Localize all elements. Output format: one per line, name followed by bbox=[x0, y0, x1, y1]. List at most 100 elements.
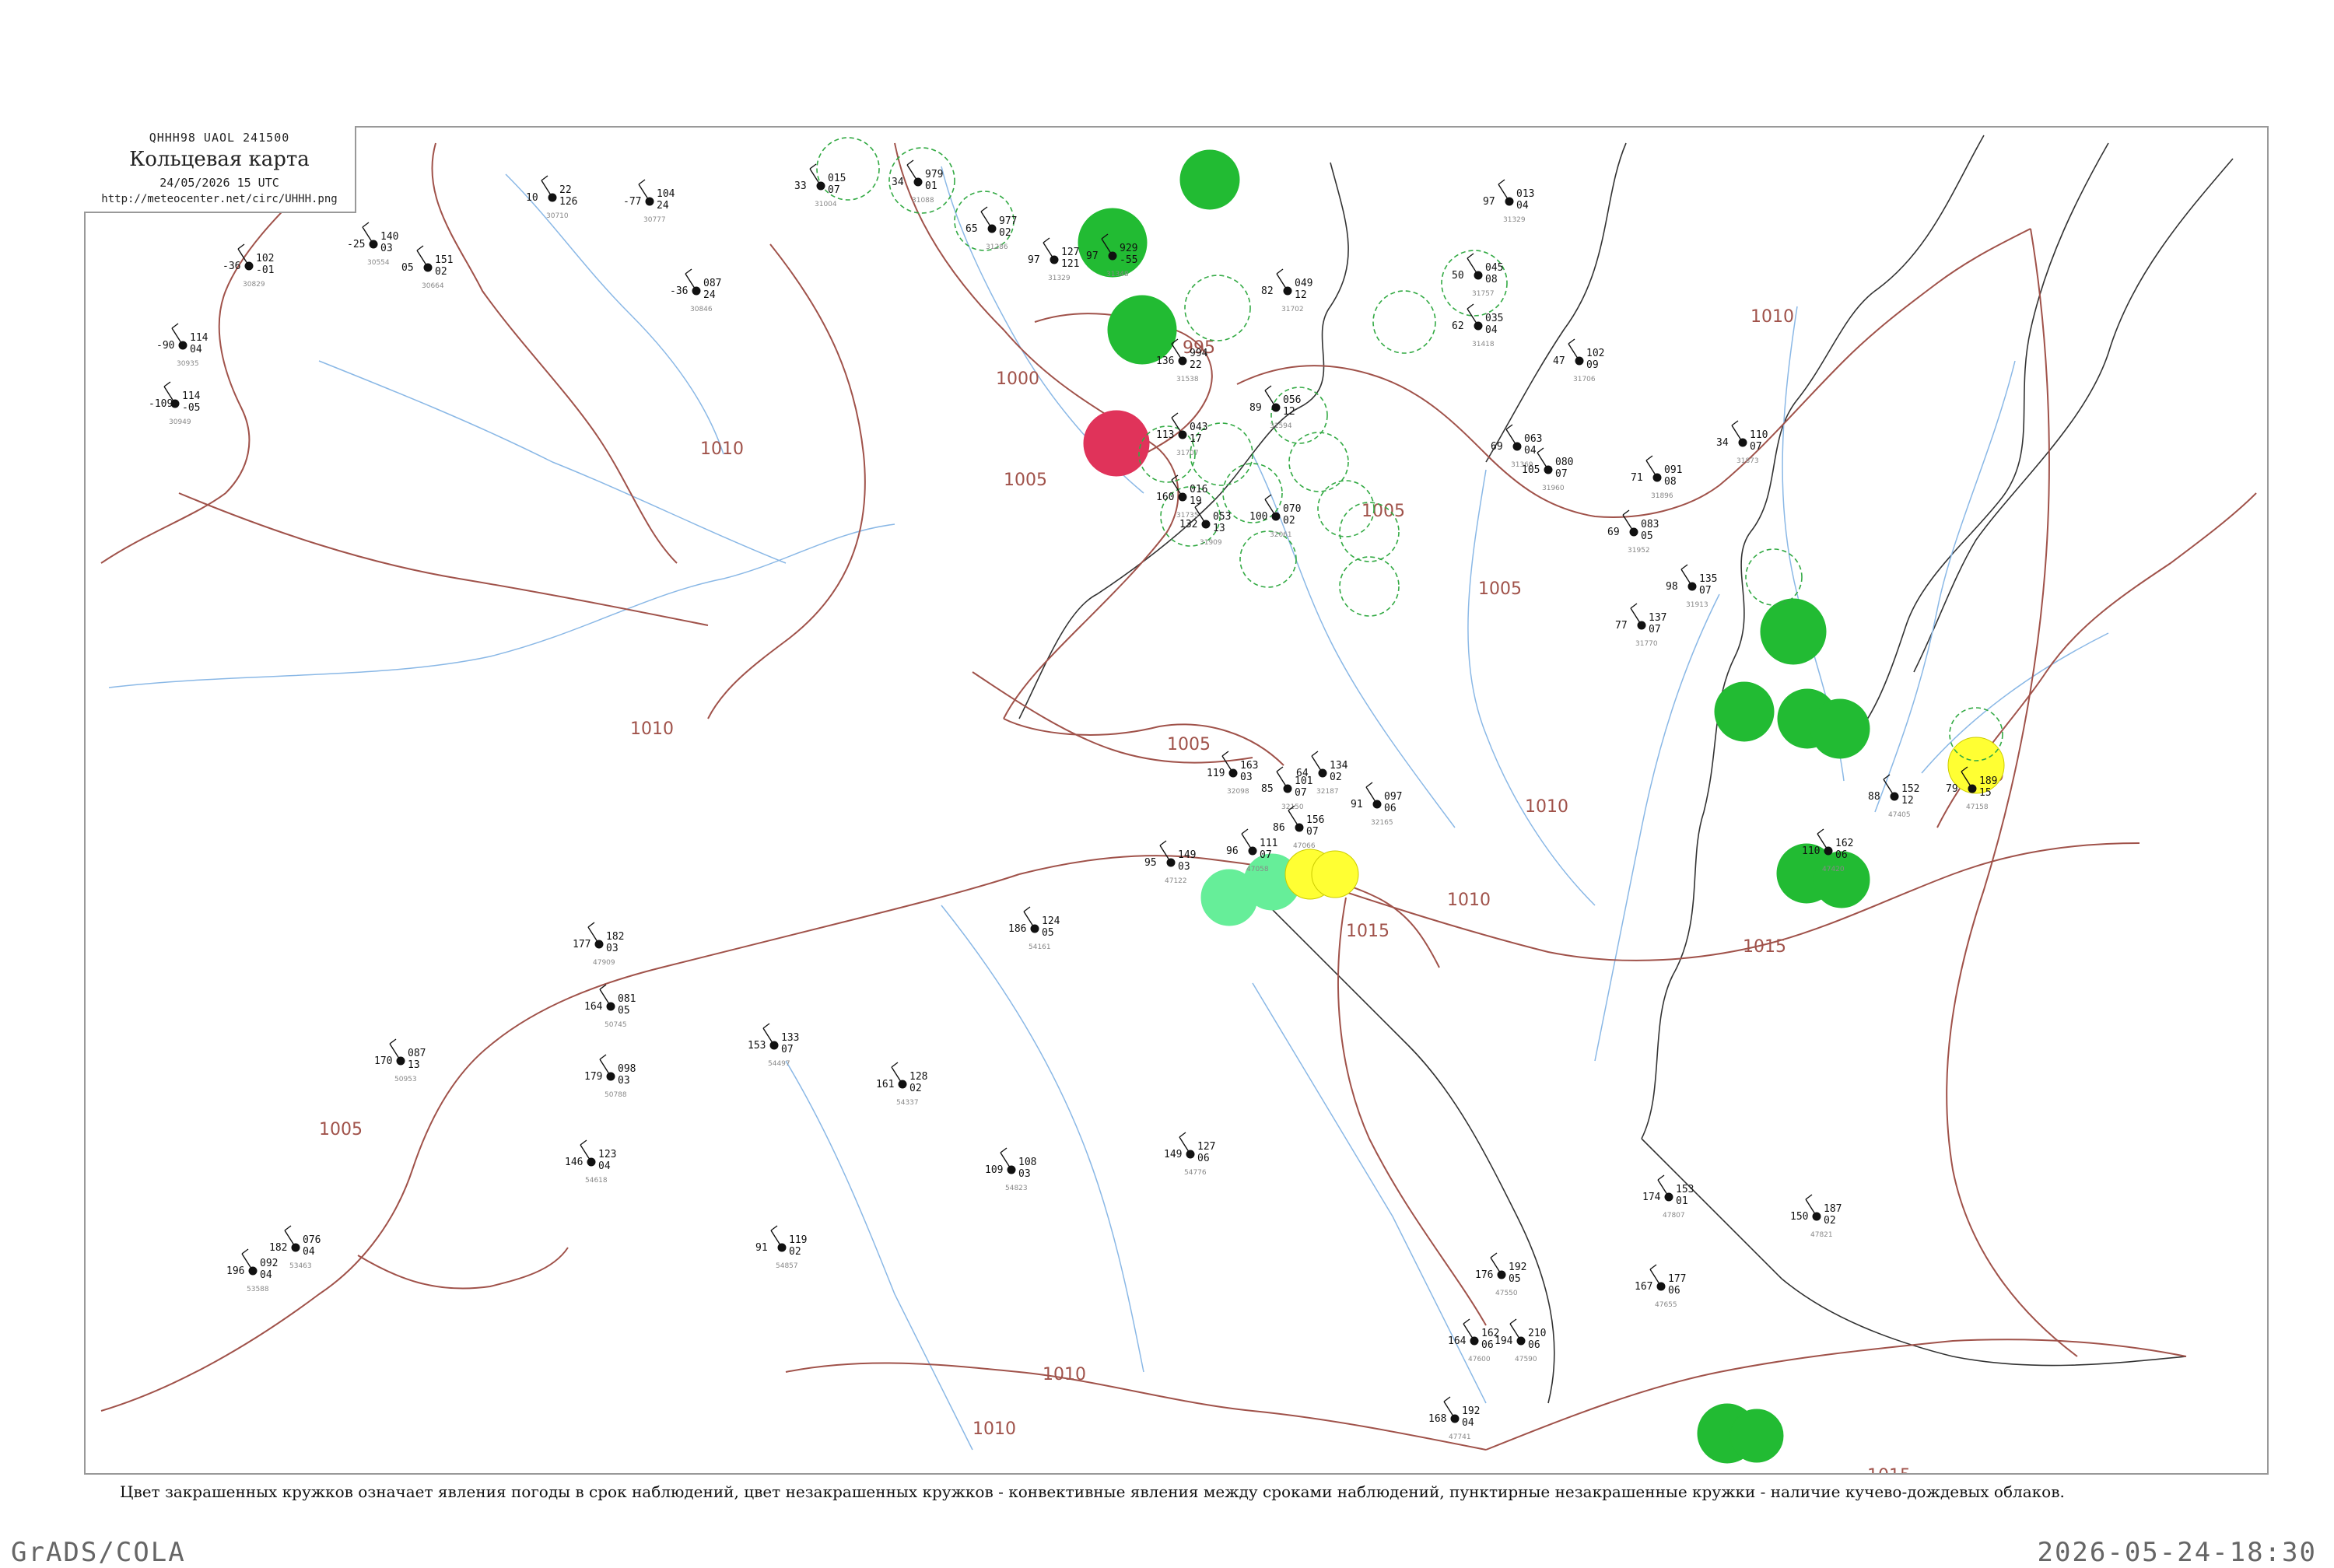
station-plot[interactable]: 12405 18654161 bbox=[1008, 906, 1060, 951]
map-datetime: 24/05/2026 15 UTC bbox=[159, 176, 279, 190]
wind-barb-icon bbox=[1622, 509, 1630, 516]
wind-barb-icon bbox=[1276, 766, 1284, 772]
station-id: 31770 bbox=[1635, 640, 1658, 648]
station-plot[interactable]: 12304 146 54618 bbox=[565, 1139, 616, 1185]
station-pressure: 091 bbox=[1664, 464, 1682, 476]
station-id: 32098 bbox=[1227, 788, 1249, 796]
station-plot[interactable]: 14003 -25 30554 bbox=[347, 222, 398, 267]
station-pressure: 929 bbox=[1120, 243, 1137, 254]
station-plot[interactable]: 127121 97 31329 bbox=[1028, 237, 1079, 282]
station-tendency: 03 bbox=[1240, 772, 1253, 783]
station-plot[interactable]: 04317 113 31707 bbox=[1156, 412, 1207, 457]
weather-circle bbox=[1184, 275, 1251, 341]
station-plot[interactable]: 19205 176 47550 bbox=[1475, 1252, 1526, 1297]
station-id: 31952 bbox=[1628, 547, 1650, 555]
station-temperature: 85 bbox=[1261, 783, 1274, 795]
station-plot[interactable]: 063046931369 bbox=[1491, 424, 1542, 469]
station-plot[interactable]: 03504 62 31418 bbox=[1452, 303, 1503, 348]
station-plot[interactable]: 17706 16747655 bbox=[1635, 1264, 1686, 1309]
wind-barb-icon bbox=[416, 250, 429, 268]
station-temperature: 47 bbox=[1553, 355, 1565, 367]
station-id: 32061 bbox=[1270, 531, 1292, 539]
station-plot[interactable]: 04508 50 31757 bbox=[1452, 253, 1503, 298]
station-plot[interactable]: 97702 65 31286 bbox=[965, 206, 1017, 251]
station-plot[interactable]: 18203 177 47909 bbox=[573, 922, 624, 967]
station-pressure: 127 bbox=[1197, 1141, 1215, 1153]
station-tendency: 02 bbox=[909, 1083, 922, 1094]
station-plot[interactable]: 22126 10 30710 bbox=[526, 175, 577, 220]
station-plot[interactable]: 12802 161 54337 bbox=[876, 1062, 927, 1107]
station-plot[interactable]: 01507 33 31004 bbox=[794, 163, 846, 208]
station-plot[interactable]: 97901 34 31088 bbox=[892, 159, 943, 205]
station-temperature: 100 bbox=[1249, 511, 1267, 523]
station-plot[interactable]: 2100619447590 bbox=[1495, 1318, 1546, 1363]
station-plot[interactable]: 08713 170 50953 bbox=[374, 1038, 426, 1083]
wind-barb-icon bbox=[1365, 786, 1378, 805]
station-pressure: 156 bbox=[1306, 814, 1324, 826]
station-temperature: 105 bbox=[1522, 464, 1540, 476]
wind-barb-icon bbox=[1467, 308, 1479, 327]
station-pressure: 135 bbox=[1699, 573, 1717, 585]
wind-barb-icon bbox=[1467, 257, 1479, 276]
station-plot[interactable]: 15102 05 30664 bbox=[401, 245, 453, 290]
station-plot[interactable]: 12706 149 54776 bbox=[1164, 1132, 1215, 1177]
station-plot[interactable]: 10209 47 31706 bbox=[1553, 338, 1604, 383]
station-plot[interactable]: 114-05 -109 30949 bbox=[149, 381, 201, 426]
wind-barb-icon bbox=[1680, 564, 1688, 570]
station-tendency: 17 bbox=[1190, 433, 1202, 445]
station-tendency: 13 bbox=[1213, 523, 1225, 534]
title-box: QHHH98 UAOL 241500 Кольцевая карта 24/05… bbox=[84, 126, 356, 213]
station-temperature: 91 bbox=[755, 1242, 768, 1254]
station-plot[interactable]: 11902 91 54857 bbox=[755, 1225, 807, 1270]
station-pressure: 063 bbox=[1524, 433, 1542, 445]
station-pressure: 110 bbox=[1750, 429, 1768, 441]
station-plot[interactable]: 10803 109 54823 bbox=[985, 1147, 1036, 1192]
station-plot[interactable]: 08105 16450745 bbox=[584, 984, 636, 1029]
station-temperature: 34 bbox=[1716, 437, 1729, 449]
station-plot[interactable]: 09204 196 53588 bbox=[226, 1248, 278, 1293]
map-url[interactable]: http://meteocenter.net/circ/UHHH.png bbox=[84, 193, 355, 205]
station-pressure: 187 bbox=[1824, 1203, 1842, 1215]
station-plot[interactable]: 09706 91 32165 bbox=[1351, 782, 1402, 827]
station-pressure: 049 bbox=[1295, 278, 1312, 289]
wind-barb-icon bbox=[1311, 751, 1319, 757]
station-temperature: 177 bbox=[573, 939, 591, 950]
station-pressure: 162 bbox=[1481, 1328, 1499, 1339]
station-temperature: 96 bbox=[1226, 845, 1239, 857]
station-plot[interactable]: 13307 15354497 bbox=[748, 1023, 799, 1068]
station-plot[interactable]: 11404 -9030935 bbox=[156, 323, 209, 368]
station-plot[interactable]: 01304 97 31329 bbox=[1483, 179, 1534, 224]
station-plot[interactable]: 09108 71 31896 bbox=[1631, 455, 1682, 500]
station-plot[interactable]: 14903 95 47122 bbox=[1144, 840, 1196, 885]
station-plot[interactable]: 15212 88 47405 bbox=[1868, 774, 1919, 819]
station-temperature: 110 bbox=[1802, 845, 1820, 857]
weather-circle bbox=[1372, 290, 1436, 354]
station-pressure: 123 bbox=[598, 1149, 616, 1160]
station-tendency: 12 bbox=[1295, 289, 1307, 301]
station-plot[interactable]: 09803 17950788 bbox=[584, 1054, 636, 1099]
station-plot[interactable]: 10424 -7730777 bbox=[623, 179, 675, 224]
station-plot[interactable]: 08724 -36 30846 bbox=[670, 268, 721, 313]
station-id: 54337 bbox=[896, 1099, 919, 1107]
station-tendency: 07 bbox=[1555, 468, 1568, 480]
station-temperature: -25 bbox=[347, 239, 365, 250]
station-tendency: 07 bbox=[1306, 826, 1319, 838]
station-tendency: 09 bbox=[1586, 359, 1599, 371]
station-plot[interactable]: 19204 16847741 bbox=[1428, 1396, 1480, 1441]
station-plot[interactable]: 07002 10032061 bbox=[1249, 494, 1301, 539]
station-plot[interactable]: 11007 34 31873 bbox=[1716, 420, 1768, 465]
station-plot[interactable]: 15301 174 47807 bbox=[1642, 1174, 1694, 1220]
station-id: 31538 bbox=[1176, 376, 1199, 383]
station-temperature: 186 bbox=[1008, 923, 1026, 935]
station-plot[interactable]: 13507 98 31913 bbox=[1666, 564, 1717, 609]
station-plot[interactable]: 15607 86 47066 bbox=[1273, 805, 1324, 850]
station-plot[interactable]: 18702 15047821 bbox=[1790, 1194, 1842, 1239]
station-plot[interactable]: 05612 89 31594 bbox=[1249, 385, 1301, 430]
station-pressure: 081 bbox=[618, 993, 636, 1005]
station-plot[interactable]: 04912 82 31702 bbox=[1261, 268, 1312, 313]
station-tendency: 24 bbox=[703, 289, 716, 301]
station-plot[interactable]: 13707 77 31770 bbox=[1615, 603, 1666, 648]
station-temperature: 119 bbox=[1207, 768, 1225, 779]
station-plot[interactable]: 16206 164 47600 bbox=[1448, 1318, 1499, 1363]
station-pressure: 013 bbox=[1516, 188, 1534, 200]
